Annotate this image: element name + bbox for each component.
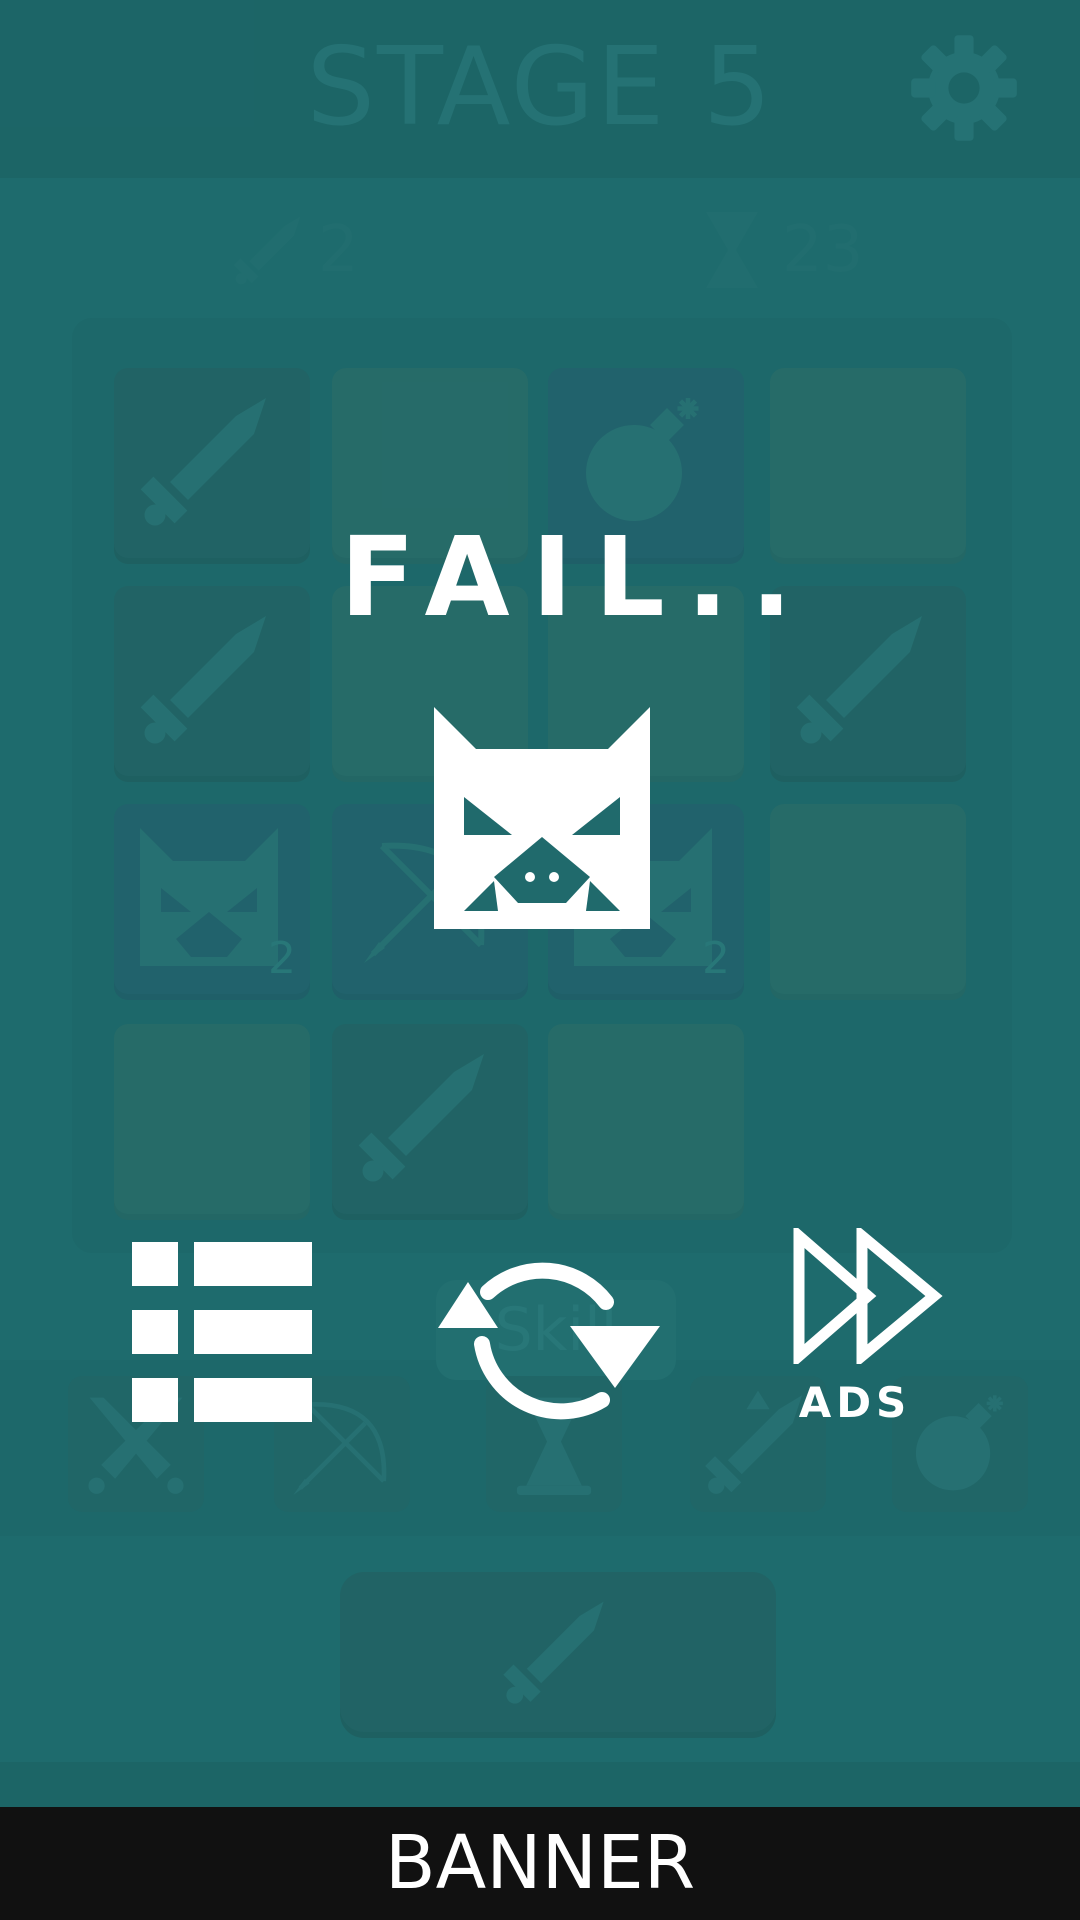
ad-banner[interactable]: BANNER	[0, 1807, 1080, 1920]
skip-ads-button[interactable]	[792, 1228, 944, 1364]
cat-monster-icon	[434, 707, 650, 929]
ads-label: ADS	[798, 1378, 912, 1427]
retry-button[interactable]	[434, 1232, 670, 1432]
menu-list-button[interactable]	[132, 1242, 312, 1422]
game-screen: STAGE 5 2 23 2 2 Skill FAIL.. ADS	[0, 0, 1080, 1807]
fail-title: FAIL..	[340, 513, 815, 641]
